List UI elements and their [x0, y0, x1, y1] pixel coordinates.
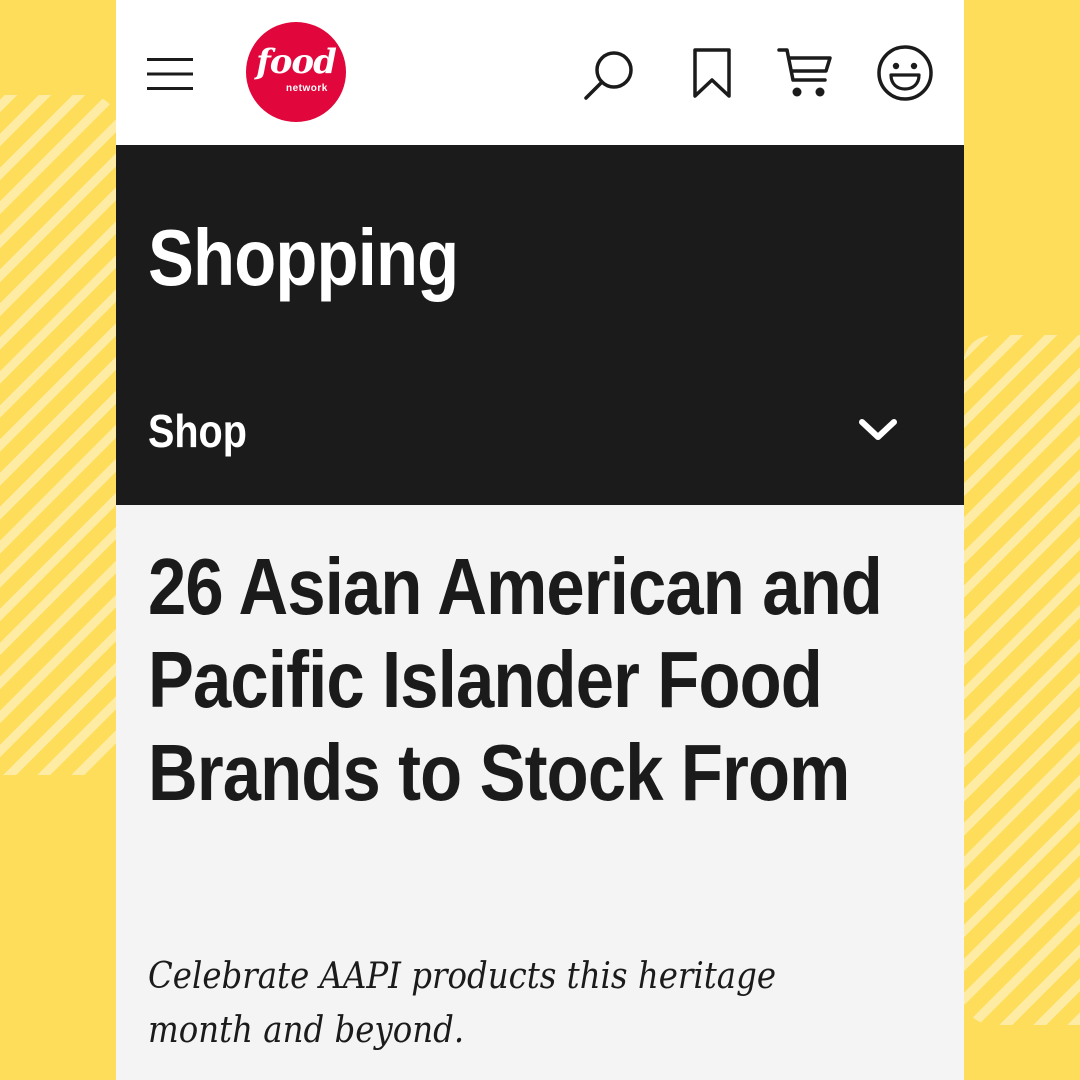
- bookmark-icon: [693, 48, 731, 98]
- cart-icon: [777, 48, 832, 97]
- food-network-logo[interactable]: food network: [246, 22, 346, 122]
- logo-subtitle: network: [286, 83, 328, 94]
- section-title[interactable]: Shopping: [148, 213, 459, 303]
- hamburger-menu-icon: [147, 58, 193, 90]
- subnav-label: Shop: [148, 405, 247, 457]
- account-button[interactable]: [872, 40, 938, 106]
- subnav-dropdown[interactable]: Shop: [116, 360, 964, 505]
- search-icon: [584, 51, 633, 100]
- logo-word: food: [256, 42, 337, 82]
- search-button[interactable]: [578, 44, 640, 106]
- mobile-page: food network Shopping Shop 26 Asian Amer…: [116, 0, 964, 1080]
- site-header: food network: [116, 0, 964, 145]
- bookmark-button[interactable]: [684, 42, 740, 104]
- decorative-stripes-left: [0, 95, 118, 775]
- menu-button[interactable]: [144, 48, 196, 100]
- section-banner: Shopping Shop: [116, 145, 964, 505]
- smiley-account-icon: [877, 45, 933, 101]
- chevron-down-icon: [859, 419, 897, 440]
- article-dek: Celebrate AAPI products this heritage mo…: [148, 956, 776, 1051]
- article-title: 26 Asian American and Pacific Islander F…: [148, 542, 883, 817]
- cart-button[interactable]: [772, 42, 838, 104]
- decorative-stripes-right: [963, 335, 1080, 1025]
